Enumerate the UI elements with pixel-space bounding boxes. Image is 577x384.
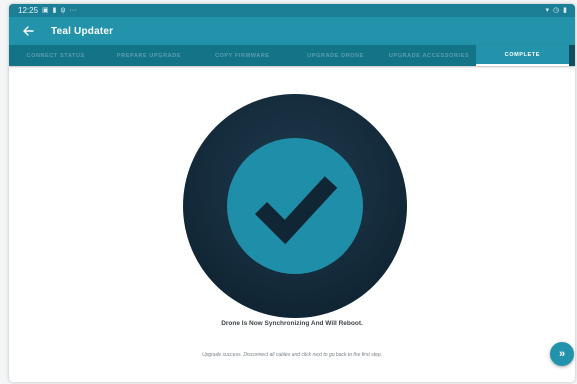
arrow-left-icon[interactable] — [19, 22, 37, 40]
status-bar-left: 12:25 ▣ ▮ ψ ··· — [18, 4, 77, 17]
alarm-icon: ◷ — [553, 7, 560, 14]
more-icon: ··· — [69, 7, 77, 14]
tab-upgrade-drone[interactable]: Upgrade Drone — [289, 45, 382, 66]
sim-icon: ▮ — [52, 7, 57, 14]
wifi-icon: ▾ — [545, 7, 550, 14]
checkmark-icon — [254, 176, 338, 245]
tab-complete[interactable]: COMPLETE — [475, 45, 569, 66]
step-tabs: Connect Status Prepare Upgrade Copy Firm… — [9, 45, 575, 66]
system-status-bar: 12:25 ▣ ▮ ψ ··· ▾ ◷ ▮ — [9, 4, 575, 17]
app-bar: Teal Updater — [9, 17, 575, 45]
tab-prepare-upgrade[interactable]: Prepare Upgrade — [102, 45, 195, 66]
tabs-overflow-edge — [568, 45, 575, 66]
status-message: Drone Is Now Synchronizing And Will Rebo… — [221, 320, 363, 327]
status-bar-right: ▾ ◷ ▮ — [546, 4, 567, 17]
tab-connect-status[interactable]: Connect Status — [9, 45, 102, 66]
double-chevron-right-icon: » — [558, 348, 566, 360]
clock-text: 12:25 — [18, 6, 39, 15]
tablet-screen: 12:25 ▣ ▮ ψ ··· ▾ ◷ ▮ Teal Updater Conne… — [9, 4, 575, 382]
battery-icon: ▮ — [563, 7, 567, 14]
usb-icon: ψ — [60, 7, 66, 14]
app-title: Teal Updater — [51, 25, 114, 37]
tab-copy-firmware[interactable]: Copy Firmware — [196, 45, 289, 66]
tab-upgrade-accessories[interactable]: Upgrade Accessories — [382, 45, 475, 66]
next-button[interactable]: » — [550, 342, 574, 366]
main-content: Drone Is Now Synchronizing And Will Rebo… — [9, 66, 575, 382]
hint-message: Upgrade success. Disconnect all cables a… — [201, 352, 383, 358]
image-icon: ▣ — [42, 7, 49, 14]
